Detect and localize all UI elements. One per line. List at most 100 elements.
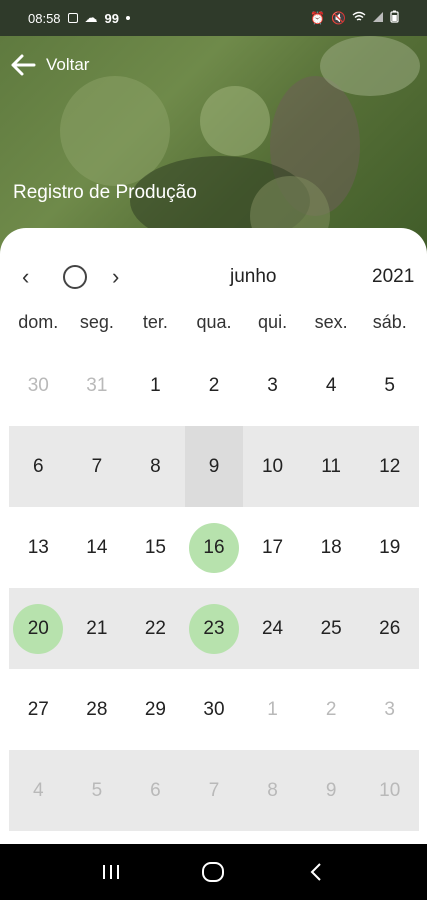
day-number: 23 <box>203 617 225 639</box>
weekday-header: dom. seg. ter. qua. qui. sex. sáb. <box>9 312 419 333</box>
day-number: 2 <box>325 698 337 720</box>
weekday-label: dom. <box>18 312 59 332</box>
arrow-left-icon <box>11 54 36 76</box>
calendar-week-row: 4 5 6 7 8 9 10 <box>9 750 419 831</box>
calendar-week-row: 20 21 22 23 24 25 26 <box>9 588 419 669</box>
home-button[interactable] <box>193 852 233 892</box>
calendar-day[interactable]: 2 <box>302 669 361 750</box>
calendar-day[interactable]: 22 <box>126 588 185 669</box>
day-number: 4 <box>32 779 44 801</box>
day-number: 8 <box>267 779 278 801</box>
calendar-day[interactable]: 9 <box>302 750 361 831</box>
day-number: 17 <box>261 536 284 558</box>
alarm-icon: ⏰ <box>310 11 326 25</box>
system-back-button[interactable] <box>296 852 336 892</box>
mute-icon: 🔇 <box>331 11 346 25</box>
calendar-day[interactable]: 13 <box>9 507 68 588</box>
calendar-day[interactable]: 7 <box>68 426 127 507</box>
day-number: 5 <box>384 374 395 396</box>
calendar-day[interactable]: 30 <box>185 669 244 750</box>
weekday-label: sex. <box>314 312 348 332</box>
page-title: Registro de Produção <box>13 182 197 203</box>
calendar-day[interactable]: 10 <box>360 750 419 831</box>
image-icon <box>67 13 78 23</box>
year-selector[interactable]: 2021 <box>372 266 414 288</box>
calendar-day-today[interactable]: 9 <box>184 426 244 507</box>
calendar-day[interactable]: 12 <box>360 426 419 507</box>
battery-icon <box>390 10 399 26</box>
calendar-day[interactable]: 24 <box>243 588 302 669</box>
calendar-day[interactable]: 26 <box>360 588 419 669</box>
day-number: 19 <box>379 536 401 558</box>
today-circle-icon[interactable] <box>63 265 87 289</box>
back-label: Voltar <box>46 55 90 74</box>
day-number: 10 <box>261 455 284 477</box>
calendar-day[interactable]: 19 <box>360 507 419 588</box>
calendar-day[interactable]: 18 <box>302 507 361 588</box>
day-number: 1 <box>267 698 278 720</box>
calendar-day[interactable]: 14 <box>68 507 127 588</box>
calendar-day[interactable]: 6 <box>126 750 185 831</box>
day-number: 29 <box>144 698 166 720</box>
day-number: 15 <box>144 536 166 558</box>
calendar-day[interactable]: 30 <box>9 345 68 426</box>
calendar-day-marked[interactable]: 16 <box>185 507 244 588</box>
month-selector[interactable]: junho <box>230 266 277 288</box>
chevron-left-icon[interactable]: ‹ <box>22 264 29 290</box>
day-number: 25 <box>320 617 342 639</box>
calendar-day[interactable]: 15 <box>126 507 185 588</box>
notif-count: 99 <box>104 10 120 26</box>
day-number: 30 <box>27 374 49 396</box>
weekday-label: seg. <box>79 312 114 332</box>
calendar-week-row: 13 14 15 16 17 18 19 <box>9 507 419 588</box>
calendar-day[interactable]: 3 <box>243 345 302 426</box>
calendar-day[interactable]: 10 <box>243 426 302 507</box>
chevron-right-icon[interactable]: › <box>112 264 119 290</box>
calendar-header: ‹ › junho 2021 <box>0 264 427 290</box>
weekday-label: ter. <box>142 312 168 332</box>
calendar-day[interactable]: 3 <box>360 669 419 750</box>
calendar-day[interactable]: 31 <box>68 345 127 426</box>
calendar-day[interactable]: 17 <box>243 507 302 588</box>
calendar-day[interactable]: 1 <box>126 345 185 426</box>
recents-button[interactable] <box>91 852 131 892</box>
day-number: 16 <box>203 536 225 558</box>
calendar-day[interactable]: 11 <box>302 426 361 507</box>
day-number: 22 <box>144 617 166 639</box>
calendar-day[interactable]: 21 <box>68 588 127 669</box>
calendar-day[interactable]: 2 <box>185 345 244 426</box>
system-navigation-bar <box>0 844 427 900</box>
day-number: 7 <box>91 455 103 477</box>
calendar-day[interactable]: 6 <box>9 426 68 507</box>
back-button[interactable]: Voltar <box>10 52 89 78</box>
weekday-label: qua. <box>196 312 232 332</box>
day-number: 6 <box>150 779 161 801</box>
calendar-day[interactable]: 27 <box>9 669 68 750</box>
day-number: 2 <box>208 374 220 396</box>
image-shape <box>320 36 420 96</box>
calendar-day[interactable]: 7 <box>185 750 244 831</box>
day-number: 30 <box>203 698 225 720</box>
dot-icon <box>126 16 131 20</box>
calendar-day[interactable]: 5 <box>68 750 127 831</box>
weekday-label: qui. <box>258 312 288 332</box>
calendar-day-marked[interactable]: 20 <box>9 588 68 669</box>
calendar-day[interactable]: 5 <box>360 345 419 426</box>
calendar-day[interactable]: 4 <box>302 345 361 426</box>
calendar-week-row: 30 31 1 2 3 4 5 <box>9 345 419 426</box>
calendar-day[interactable]: 1 <box>243 669 302 750</box>
day-number: 24 <box>261 617 284 639</box>
signal-icon <box>372 11 384 26</box>
calendar-day[interactable]: 28 <box>68 669 127 750</box>
calendar-day[interactable]: 8 <box>126 426 185 507</box>
calendar-day-marked[interactable]: 23 <box>185 588 244 669</box>
wifi-icon <box>352 11 366 26</box>
day-number: 10 <box>379 779 401 801</box>
day-number: 8 <box>150 455 161 477</box>
calendar-day[interactable]: 4 <box>9 750 68 831</box>
chevron-left-icon <box>310 863 321 881</box>
calendar-day[interactable]: 29 <box>126 669 185 750</box>
calendar-week-row: 6 7 8 9 10 11 12 <box>9 426 419 507</box>
calendar-day[interactable]: 25 <box>302 588 361 669</box>
calendar-day[interactable]: 8 <box>243 750 302 831</box>
